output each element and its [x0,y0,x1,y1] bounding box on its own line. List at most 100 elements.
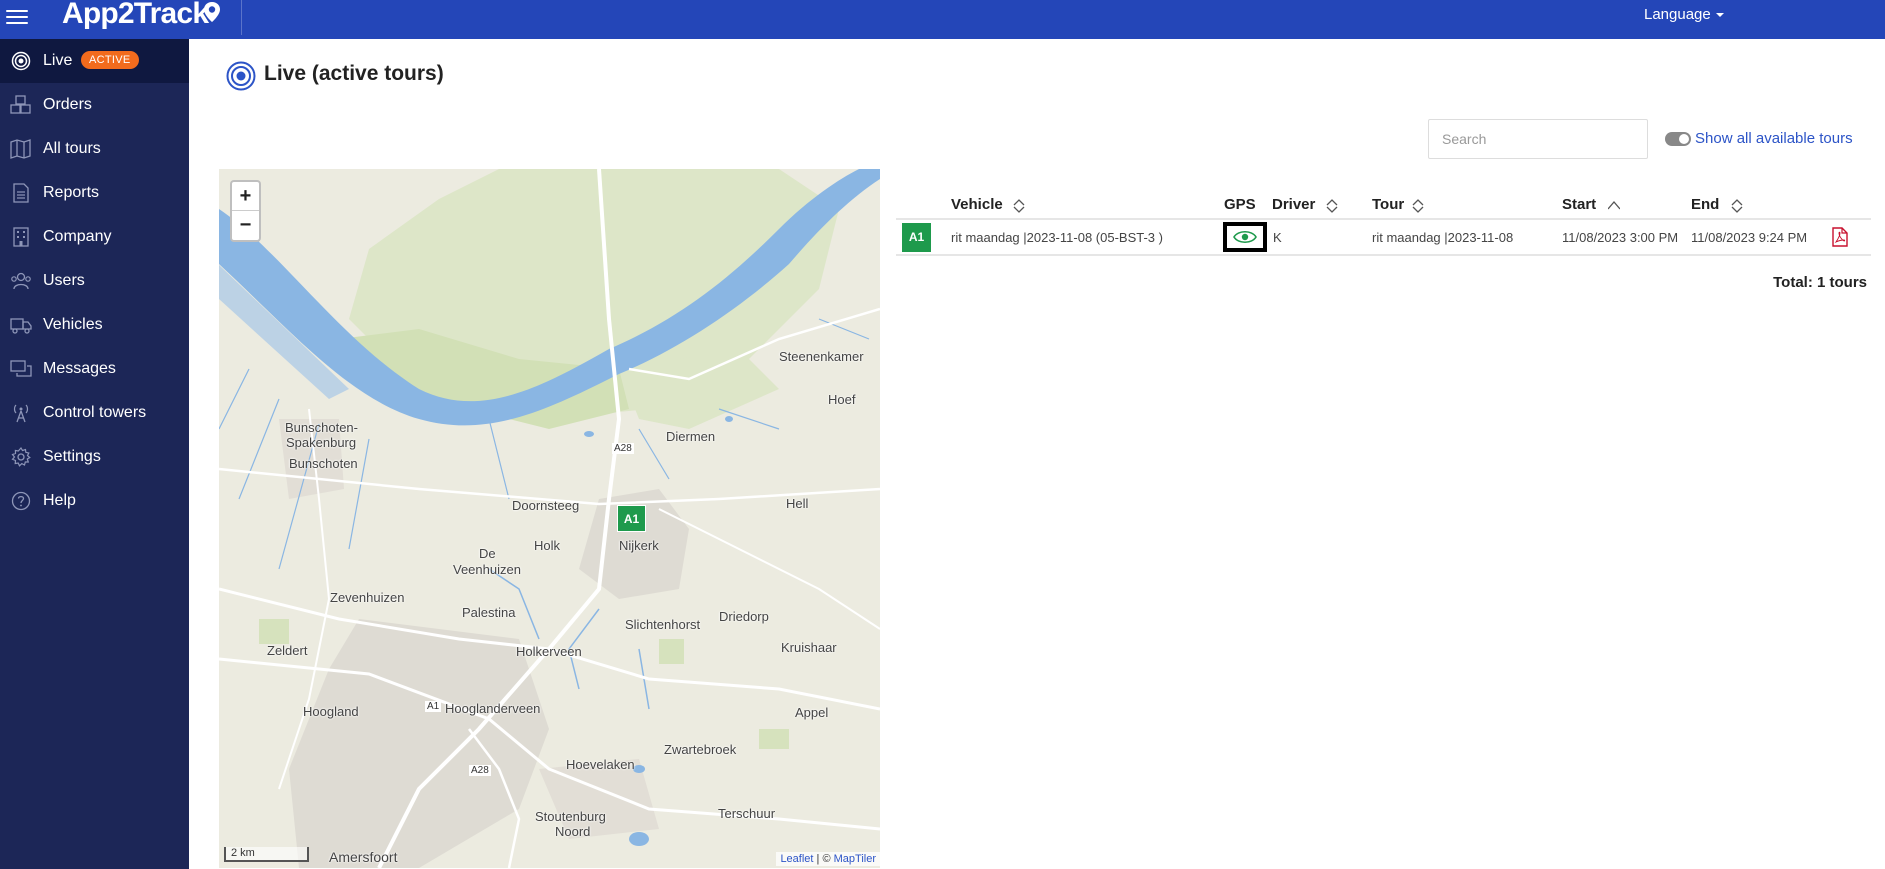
language-dropdown[interactable]: Language [1644,6,1724,23]
cell-vehicle: rit maandag |2023-11-08 (05-BST-3 ) [951,230,1163,245]
map-place-label: De [479,546,496,561]
map-place-label: Hoef [828,392,856,407]
sidebar-item-label: Users [43,272,85,289]
sidebar-item-help[interactable]: Help [0,479,189,523]
sidebar-item-label: All tours [43,140,101,157]
map-road-label: A28 [469,765,491,776]
map-place-label: Noord [555,824,591,839]
top-bar: App2Track Language [0,0,1885,39]
sidebar-item-users[interactable]: Users [0,259,189,303]
antenna-icon [10,402,32,424]
cell-tour: rit maandag |2023-11-08 [1372,230,1514,245]
sidebar-item-messages[interactable]: Messages [0,347,189,391]
sidebar-item-label: Help [43,492,76,509]
map-place-label: Amersfoort [329,849,398,865]
attribution-separator: | © [813,853,834,865]
map-place-label: Terschuur [718,806,776,821]
language-label: Language [1644,6,1711,23]
maptiler-link[interactable]: MapTiler [834,853,876,865]
messages-icon [10,358,32,380]
map-scale: 2 km [224,847,309,862]
sort-both-icon[interactable] [1412,198,1424,214]
map-place-label: Bunschoten- [285,420,358,435]
zoom-in-button[interactable]: + [232,182,259,211]
search-input[interactable] [1428,119,1648,159]
map-place-label: Hell [786,496,809,511]
gps-eye-button[interactable] [1223,222,1267,252]
zoom-out-button[interactable]: − [232,211,259,240]
column-header-tour[interactable]: Tour [1372,196,1404,213]
column-header-driver[interactable]: Driver [1272,196,1315,213]
map-route-icon [10,138,32,160]
truck-icon [10,314,32,336]
map-place-label: Stoutenburg [535,809,606,824]
location-pin-icon [204,2,220,22]
sidebar-item-reports[interactable]: Reports [0,171,189,215]
sidebar-item-company[interactable]: Company [0,215,189,259]
users-icon [10,270,32,292]
sidebar-item-vehicles[interactable]: Vehicles [0,303,189,347]
page-title: Live (active tours) [264,62,444,85]
sidebar-item-label: Company [43,228,112,245]
vehicle-marker[interactable]: A1 [617,505,646,532]
map-place-label: Holkerveen [516,644,582,659]
sort-both-icon[interactable] [1326,198,1338,214]
map-place-label: Zeldert [267,643,308,658]
total-count: Total: 1 tours [1773,274,1867,291]
map-place-label: Appel [795,705,829,720]
map-place-label: Slichtenhorst [625,617,701,632]
cell-start: 11/08/2023 3:00 PM [1562,230,1679,245]
sort-ascending-icon[interactable] [1608,198,1620,214]
map-place-label: Kruishaar [781,640,837,655]
sidebar-item-label: Messages [43,360,116,377]
map-place-label: Steenenkamer [779,349,864,364]
map-place-label: Hoevelaken [566,757,635,772]
target-icon [10,50,32,72]
map-road-label: A28 [612,443,634,454]
sidebar-item-label: Control towers [43,404,147,421]
show-all-toggle[interactable] [1665,132,1691,146]
map[interactable]: Steenenkamer Hoef Diermen Bunschoten- Sp… [219,169,880,868]
sidebar-item-all-tours[interactable]: All tours [0,127,189,171]
map-place-label: Nijkerk [619,538,659,553]
column-header-end[interactable]: End [1691,196,1719,213]
sidebar-item-label: Vehicles [43,316,103,333]
brand-logo[interactable]: App2Track [62,0,209,31]
map-place-label: Palestina [462,605,516,620]
sidebar-item-control-towers[interactable]: Control towers [0,391,189,435]
zoom-control: + − [230,180,261,242]
eye-icon [1233,230,1257,244]
sidebar-item-label: Orders [43,96,92,113]
document-icon [10,182,32,204]
map-road-label: A1 [425,701,442,712]
leaflet-link[interactable]: Leaflet [780,853,813,865]
column-header-start[interactable]: Start [1562,196,1596,213]
sidebar-item-label: Live [43,52,73,69]
map-place-label: Zwartebroek [664,742,737,757]
sort-both-icon[interactable] [1013,198,1025,214]
pdf-icon[interactable] [1832,227,1848,247]
toggle-knob [1679,134,1689,144]
table-row[interactable]: A1 rit maandag |2023-11-08 (05-BST-3 ) K… [896,220,1871,256]
sidebar-item-live[interactable]: Live ACTIVE [0,39,189,83]
map-attribution: Leaflet | © MapTiler [776,852,880,866]
gear-icon [10,446,32,468]
map-place-label: Zevenhuizen [330,590,405,605]
target-icon [226,61,256,91]
help-icon [10,490,32,512]
sidebar-item-orders[interactable]: Orders [0,83,189,127]
show-all-toggle-label[interactable]: Show all available tours [1695,130,1853,147]
active-badge: ACTIVE [81,51,139,69]
map-place-label: Hooglanderveen [445,701,541,716]
sort-both-icon[interactable] [1731,198,1743,214]
boxes-icon [10,94,32,116]
map-place-label: Holk [534,538,561,553]
sidebar-item-label: Reports [43,184,100,201]
menu-icon[interactable] [6,6,28,28]
map-place-label: Veenhuizen [453,562,521,577]
sidebar-item-settings[interactable]: Settings [0,435,189,479]
column-header-vehicle[interactable]: Vehicle [951,196,1003,213]
sidebar: Live ACTIVE Orders All tours Reports Com… [0,39,189,869]
cell-driver: K [1273,230,1282,245]
map-basemap [219,169,880,868]
